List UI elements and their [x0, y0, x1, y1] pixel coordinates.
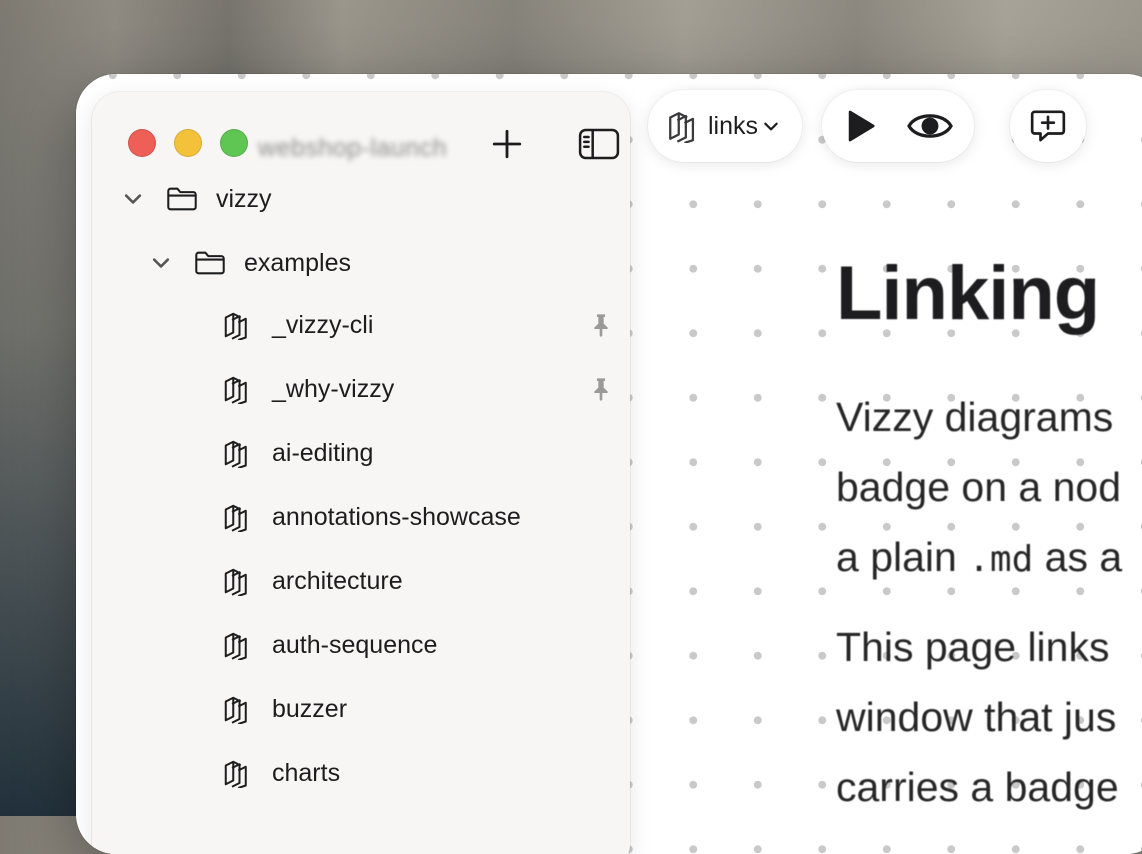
tree-file-item[interactable]: annotations-showcase [222, 497, 521, 537]
new-file-plus-icon[interactable] [490, 127, 524, 161]
paragraph-2-line-2: window that jus [836, 694, 1117, 740]
tree-folder-vizzy[interactable]: vizzy [122, 179, 272, 219]
paragraph-2-line-1: This page links [836, 624, 1110, 670]
vizzy-diagram-icon [224, 312, 247, 340]
chevron-down-icon[interactable] [150, 252, 172, 274]
tree-file-label: auth-sequence [272, 630, 438, 659]
vizzy-diagram-icon [224, 504, 247, 532]
pin-icon[interactable] [590, 313, 612, 337]
diagram-selector-label: links [708, 111, 759, 140]
workspace-title: webshop-launch [258, 134, 448, 162]
tree-file-item[interactable]: auth-sequence [222, 625, 437, 665]
paragraph-1-line-1: Vizzy diagrams [836, 394, 1114, 440]
tree-file-item[interactable]: architecture [222, 561, 403, 601]
inline-code: .md [968, 539, 1034, 580]
tree-folder-label: vizzy [216, 184, 272, 213]
paragraph-1-line-3: a plain .md as a [836, 522, 1122, 595]
tree-file-item[interactable]: ai-editing [222, 433, 373, 473]
page-heading: Linking [836, 251, 1100, 336]
chevron-down-icon[interactable] [122, 188, 144, 210]
line-text: as a [1033, 534, 1123, 580]
tree-file-label: _why-vizzy [272, 374, 395, 403]
tree-file-label: ai-editing [272, 438, 374, 467]
paragraph-1-line-2: badge on a nod [836, 464, 1121, 510]
close-window-button[interactable] [128, 129, 156, 157]
tree-file-item[interactable]: _vizzy-cli [222, 305, 373, 345]
add-comment-icon [1030, 110, 1066, 142]
pin-icon[interactable] [590, 377, 612, 401]
folder-icon [167, 187, 197, 211]
vizzy-diagram-icon [224, 696, 247, 724]
sidebar: webshop-launch vizzy examples _vizzy-cli… [92, 92, 630, 854]
chevron-down-icon [764, 122, 778, 131]
tree-file-label: _vizzy-cli [272, 310, 374, 339]
vizzy-diagram-icon [669, 112, 695, 143]
tree-file-label: buzzer [272, 694, 348, 723]
tree-folder-examples[interactable]: examples [150, 243, 351, 283]
zoom-window-button[interactable] [220, 129, 248, 157]
tree-folder-label: examples [244, 248, 351, 277]
paragraph-2-line-3: carries a badge [836, 764, 1119, 810]
tree-file-label: annotations-showcase [272, 502, 521, 531]
preview-controls [822, 90, 974, 162]
app-window: Linking Vizzy diagrams badge on a nod a … [76, 74, 1142, 854]
minimize-window-button[interactable] [174, 129, 202, 157]
sidebar-toggle-icon[interactable] [578, 127, 620, 161]
vizzy-diagram-icon [224, 568, 247, 596]
tree-file-item[interactable]: charts [222, 753, 340, 793]
tree-file-item[interactable]: _why-vizzy [222, 369, 394, 409]
vizzy-diagram-icon [224, 440, 247, 468]
tree-file-item[interactable]: buzzer [222, 689, 347, 729]
vizzy-diagram-icon [224, 376, 247, 404]
diagram-selector-button[interactable]: links [648, 90, 802, 162]
line-text: a plain [836, 534, 969, 580]
vizzy-diagram-icon [224, 632, 247, 660]
play-icon[interactable] [840, 106, 880, 146]
tree-file-label: charts [272, 758, 341, 787]
eye-icon[interactable] [906, 108, 954, 144]
vizzy-diagram-icon [224, 760, 247, 788]
folder-icon [195, 251, 225, 275]
tree-file-label: architecture [272, 566, 403, 595]
add-comment-button[interactable] [1010, 90, 1086, 162]
